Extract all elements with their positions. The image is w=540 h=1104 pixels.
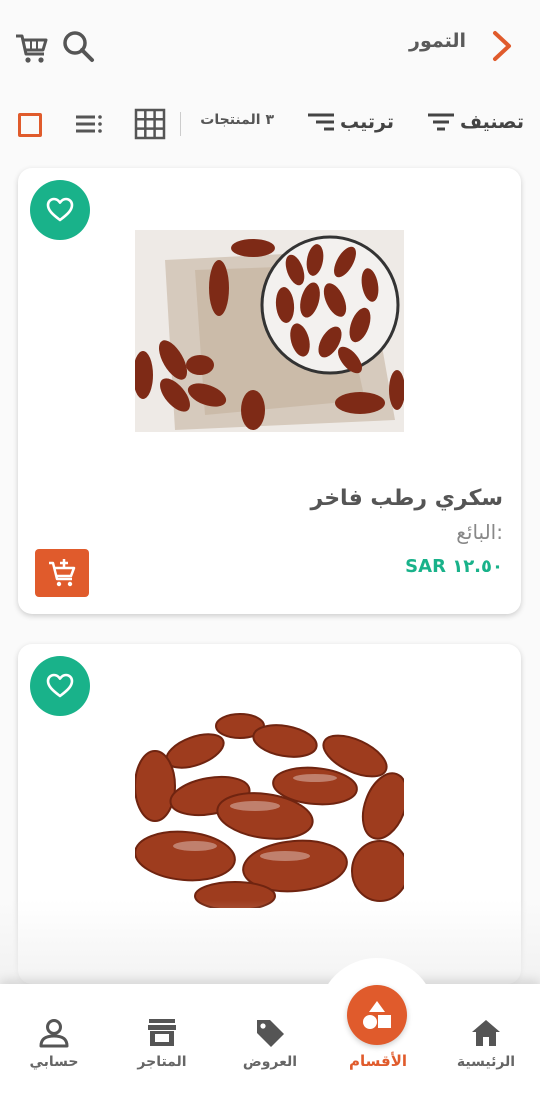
filter-button[interactable]: تصنيف — [426, 106, 524, 138]
categories-icon — [363, 1001, 391, 1029]
nav-item-offers[interactable]: العروض — [220, 984, 320, 1094]
sort-icon — [308, 113, 335, 131]
product-image[interactable] — [135, 706, 404, 908]
product-name[interactable]: سكري رطب فاخر — [311, 486, 503, 511]
app-header: التمور — [0, 0, 540, 92]
nav-item-stores[interactable]: المتاجر — [112, 984, 212, 1094]
grid-view-icon[interactable] — [134, 108, 166, 140]
add-cart-icon — [49, 559, 76, 587]
nav-label-offers: العروض — [242, 1054, 298, 1070]
add-to-cart-button[interactable] — [35, 549, 89, 597]
nav-label-home: الرئيسية — [456, 1054, 516, 1070]
sort-button[interactable]: ترتيب — [306, 106, 394, 138]
user-icon — [39, 1019, 69, 1048]
filter-icon — [428, 113, 454, 131]
cart-icon[interactable] — [14, 30, 50, 66]
scroll-fade — [0, 900, 540, 990]
product-image[interactable] — [135, 230, 404, 432]
product-price: SAR ١٢.٥٠ — [405, 556, 503, 577]
nav-item-home[interactable]: الرئيسية — [436, 984, 536, 1094]
sort-label: ترتيب — [340, 111, 394, 133]
single-view-icon[interactable] — [18, 113, 42, 137]
product-seller: البائع: — [456, 520, 503, 544]
bottom-navigation: الرئيسية العروض المتاجر حسابي — [0, 984, 540, 1104]
chevron-right-icon[interactable] — [486, 28, 518, 64]
home-icon — [472, 1020, 500, 1046]
nav-label-account: حسابي — [29, 1054, 79, 1070]
store-icon — [148, 1019, 176, 1046]
nav-item-account[interactable]: حسابي — [4, 984, 104, 1094]
list-view-icon[interactable] — [74, 110, 104, 138]
favorite-button[interactable] — [30, 656, 90, 716]
nav-item-categories[interactable] — [347, 985, 407, 1045]
divider — [180, 112, 181, 136]
favorite-button[interactable] — [30, 180, 90, 240]
product-card[interactable]: سكري رطب فاخر البائع: SAR ١٢.٥٠ — [18, 168, 521, 614]
page-title: التمور — [409, 30, 466, 52]
toolbar: تصنيف ترتيب ٣ المنتجات — [0, 100, 540, 148]
search-icon[interactable] — [60, 28, 96, 64]
heart-icon — [46, 197, 74, 222]
product-count: ٣ المنتجات — [200, 112, 274, 128]
nav-label-categories[interactable]: الأقسام — [340, 1052, 416, 1070]
tag-icon — [257, 1020, 284, 1047]
heart-icon — [46, 673, 74, 698]
nav-label-stores: المتاجر — [137, 1054, 187, 1070]
filter-label: تصنيف — [460, 111, 524, 133]
